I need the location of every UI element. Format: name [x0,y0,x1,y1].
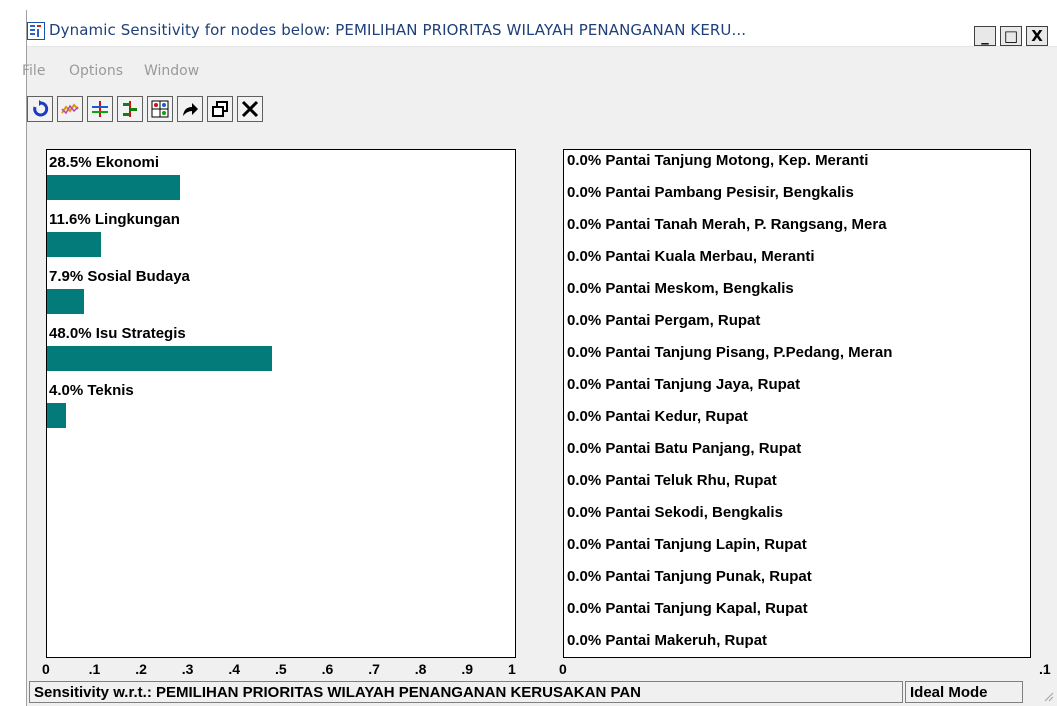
x-axis-tick: .2 [135,661,147,677]
redirect-tool-button[interactable] [177,96,203,122]
status-bar: Sensitivity w.r.t.: PEMILIHAN PRIORITAS … [27,679,1057,706]
resize-grip-icon[interactable] [1042,690,1054,702]
alternative-row[interactable]: 0.0% Pantai Tanah Merah, P. Rangsang, Me… [567,216,887,233]
menu-bar: File Options Window [22,63,1057,85]
alternative-row[interactable]: 0.0% Pantai Meskom, Bengkalis [567,280,794,297]
criterion-bar[interactable] [47,403,66,428]
two-d-tool-button[interactable] [147,96,173,122]
redirect-icon [183,103,198,116]
alternative-row[interactable]: 0.0% Pantai Tanjung Motong, Kep. Meranti [567,152,868,169]
performance-tool-button[interactable] [57,96,83,122]
close-icon [241,100,259,118]
x-axis-tick: 1 [508,661,516,677]
two-d-icon [151,100,169,118]
alternative-row[interactable]: 0.0% Pantai Sekodi, Bengkalis [567,504,783,521]
window-title: Dynamic Sensitivity for nodes below: PEM… [49,21,747,39]
menu-options[interactable]: Options [69,63,123,79]
criterion-bar[interactable] [47,232,101,257]
alternative-row[interactable]: 0.0% Pantai Pergam, Rupat [567,312,760,329]
x-axis-tick: .1 [88,661,101,677]
criterion-bar[interactable] [47,289,84,314]
criterion-label: 7.9% Sosial Budaya [49,268,190,285]
criterion-bar[interactable] [47,346,272,371]
criterion-label: 28.5% Ekonomi [49,154,160,171]
gradient-icon [92,101,108,117]
x-axis-tick: 0 [559,661,567,677]
criteria-pane: 28.5% Ekonomi 11.6% Lingkungan 7.9% Sosial… [46,149,516,658]
alternative-row[interactable]: 0.0% Pantai Makeruh, Rupat [567,632,767,649]
criterion-label: 48.0% Isu Strategis [49,325,186,342]
restore-tool-button[interactable] [207,96,233,122]
criterion-bar[interactable] [47,175,180,200]
criterion-label: 4.0% Teknis [49,382,134,399]
alternative-row[interactable]: 0.0% Pantai Kedur, Rupat [567,408,748,425]
x-axis-tick: .8 [414,661,427,677]
dynamic-sensitivity-window: Dynamic Sensitivity for nodes below: PEM… [22,10,1057,706]
alternative-row[interactable]: 0.0% Pantai Teluk Rhu, Rupat [567,472,777,489]
x-axis-tick: .5 [275,661,287,677]
head-to-head-icon [123,101,137,117]
gradient-tool-button[interactable] [87,96,113,122]
x-axis-tick: 0 [42,661,50,677]
refresh-tool-button[interactable] [27,96,53,122]
alternative-row[interactable]: 0.0% Pantai Tanjung Punak, Rupat [567,568,812,585]
refresh-icon [33,100,49,117]
close-tool-button[interactable] [237,96,263,122]
criterion-label: 11.6% Lingkungan [49,211,180,228]
x-axis-tick: .9 [461,661,474,677]
head-to-head-tool-button[interactable] [117,96,143,122]
alternative-row[interactable]: 0.0% Pantai Pambang Pesisir, Bengkalis [567,184,854,201]
alternative-row[interactable]: 0.0% Pantai Batu Panjang, Rupat [567,440,801,457]
mode-status: Ideal Mode [905,681,1023,703]
x-axis-tick: .1 [1039,661,1051,677]
alternative-row[interactable]: 0.0% Pantai Tanjung Jaya, Rupat [567,376,800,393]
alternative-row[interactable]: 0.0% Pantai Tanjung Kapal, Rupat [567,600,808,617]
minimize-button[interactable]: _ [974,26,996,46]
restore-icon [212,101,228,117]
line-graph-icon [61,103,79,115]
menu-file[interactable]: File [22,63,45,79]
x-axis-tick: .3 [181,661,194,677]
alternative-row[interactable]: 0.0% Pantai Tanjung Pisang, P.Pedang, Me… [567,344,892,361]
x-axis-tick: .7 [368,661,380,677]
close-window-button[interactable]: X [1026,26,1048,46]
alternative-row[interactable]: 0.0% Pantai Kuala Merbau, Meranti [567,248,815,265]
menu-window[interactable]: Window [144,63,199,79]
title-bar: Dynamic Sensitivity for nodes below: PEM… [27,10,1057,47]
x-axis-tick: .6 [321,661,334,677]
x-axis-tick: .4 [228,661,241,677]
maximize-button[interactable]: □ [1000,26,1022,46]
app-icon [27,22,45,40]
alternatives-pane: 0.0% Pantai Tanjung Motong, Kep. Meranti… [563,149,1031,658]
alternative-row[interactable]: 0.0% Pantai Tanjung Lapin, Rupat [567,536,807,553]
sensitivity-status: Sensitivity w.r.t.: PEMILIHAN PRIORITAS … [29,681,903,703]
